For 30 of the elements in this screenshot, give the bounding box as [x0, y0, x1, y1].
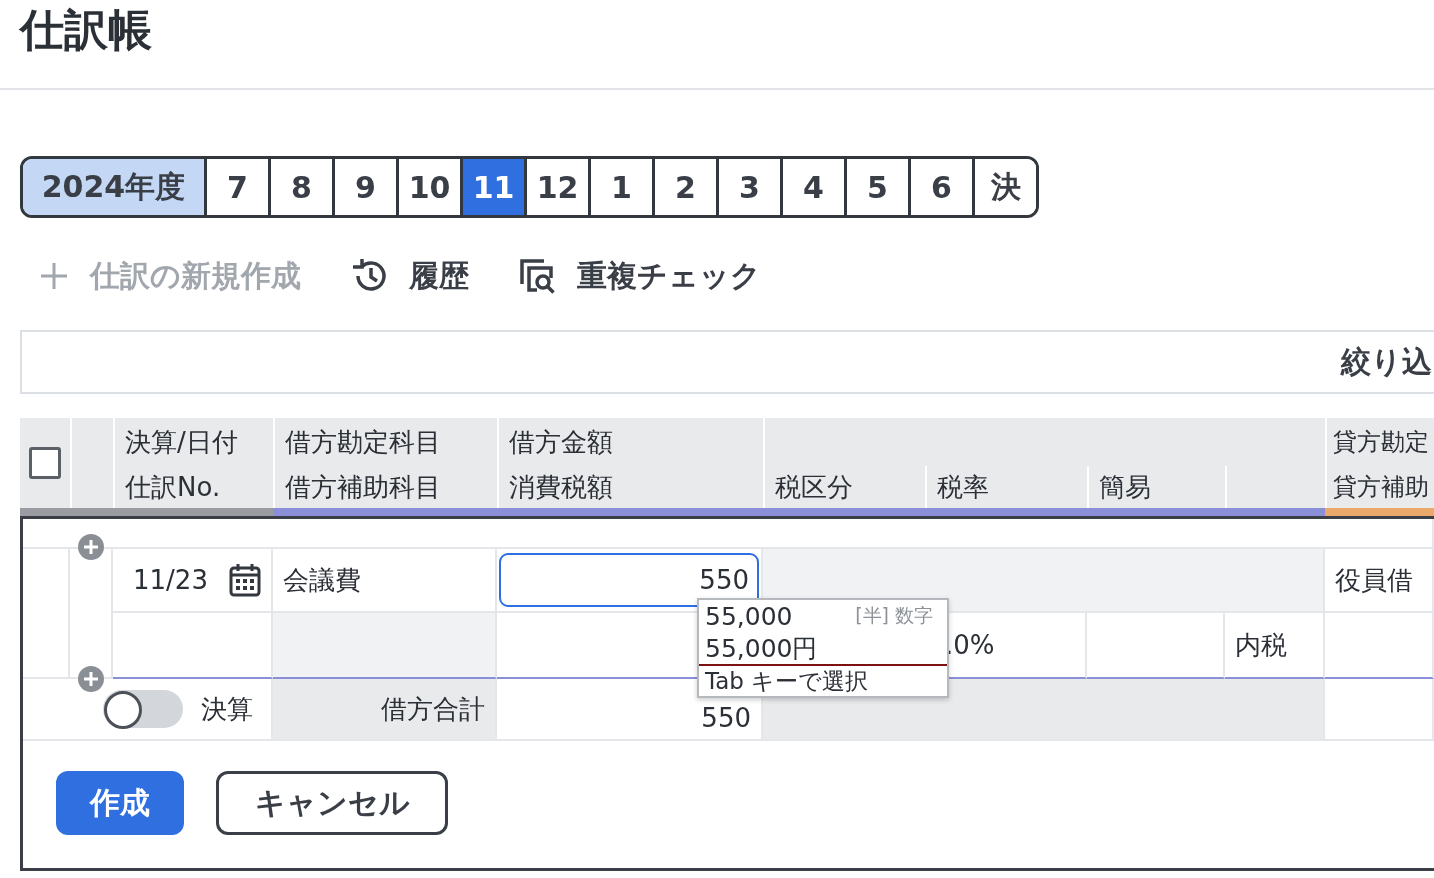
- tax-type-cell: 内税: [1225, 613, 1325, 679]
- option-text: 55,000円: [705, 632, 818, 665]
- duplicate-search-icon: [519, 258, 557, 294]
- settlement-toggle[interactable]: [103, 690, 183, 728]
- select-all-checkbox[interactable]: [29, 447, 61, 479]
- create-button[interactable]: 作成: [56, 771, 184, 835]
- period-tab[interactable]: 決: [972, 159, 1036, 215]
- period-tab[interactable]: 11: [460, 159, 524, 215]
- account-cell: 会議費: [273, 549, 497, 613]
- date-text[interactable]: 11/23: [133, 565, 208, 595]
- period-tab[interactable]: 2024年度: [23, 159, 204, 215]
- filter-label[interactable]: 絞り込: [1341, 341, 1432, 383]
- toolbar-button[interactable]: 履歴: [351, 255, 469, 297]
- add-row-icon[interactable]: [77, 665, 105, 693]
- history-icon: [351, 258, 389, 294]
- amount-input[interactable]: 550: [499, 553, 759, 607]
- column-header: 貸方勘定: [1325, 418, 1434, 466]
- account-cell: 役員借: [1325, 549, 1434, 613]
- page-title: 仕訳帳: [18, 3, 152, 57]
- calendar-icon[interactable]: [229, 563, 261, 597]
- popup-hint: Tab キーで選択: [704, 666, 870, 696]
- toolbar-button[interactable]: 重複チェック: [519, 255, 761, 297]
- toggle-label: 決算: [201, 692, 253, 726]
- column-header: 借方勘定科目: [273, 418, 497, 466]
- total-label: 借方合計: [273, 679, 497, 741]
- column-header: 決算/日付: [113, 418, 273, 466]
- cancel-button[interactable]: キャンセル: [216, 771, 448, 835]
- column-header: 借方金額: [497, 418, 763, 466]
- add-row-icon[interactable]: [77, 533, 105, 561]
- plus-icon: [38, 260, 70, 292]
